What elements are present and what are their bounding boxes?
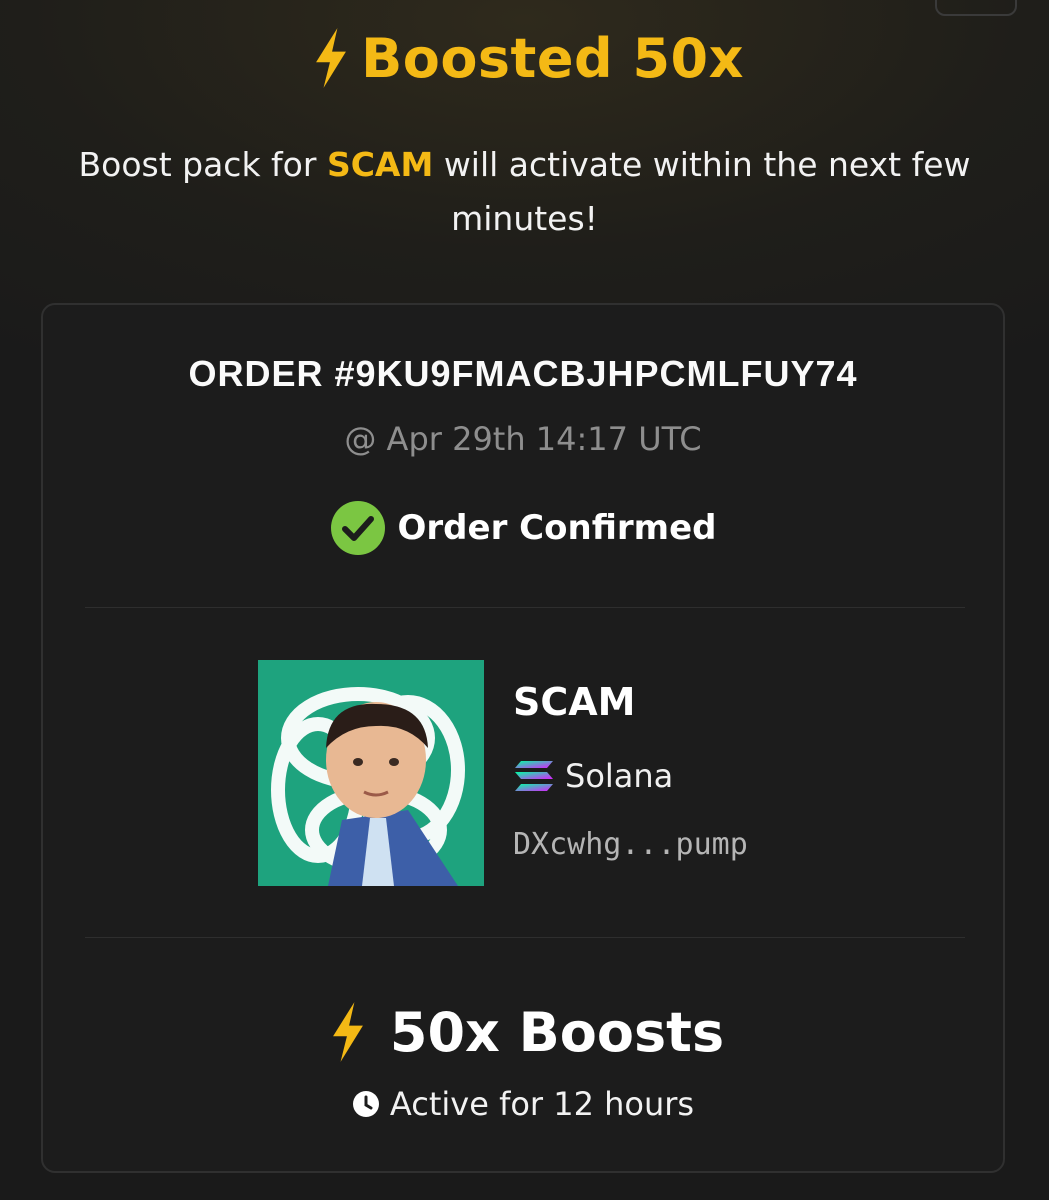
order-timestamp: @ Apr 29th 14:17 UTC [344, 420, 702, 458]
page-title: Boosted 50x [0, 26, 1049, 90]
order-card: ORDER #9KU9FMACBJHPCMLFUY74 @ Apr 29th 1… [41, 303, 1005, 1173]
divider [85, 937, 965, 938]
token-chain: Solana [513, 757, 673, 795]
message-suffix: will activate within the next few minute… [443, 145, 971, 238]
lightning-icon [316, 28, 346, 88]
message-ticker: SCAM [326, 145, 434, 184]
lightning-icon [332, 1002, 363, 1062]
page-title-text: Boosted 50x [361, 26, 744, 90]
token-chain-label: Solana [565, 757, 674, 795]
token-address[interactable]: DXcwhg...pump [513, 827, 748, 862]
clock-icon [352, 1091, 379, 1117]
divider [85, 607, 965, 608]
order-id: ORDER #9KU9FMACBJHPCMLFUY74 [188, 353, 858, 394]
check-circle-icon [330, 501, 385, 555]
order-status-text: Order Confirmed [397, 508, 717, 548]
close-button[interactable] [935, 0, 1017, 16]
boost-duration-label: Active for 12 hours [389, 1085, 695, 1123]
boost-count-label: 50x Boosts [389, 1000, 725, 1064]
order-status: Order Confirmed [43, 500, 1003, 556]
token-name: SCAM [513, 680, 636, 724]
message-prefix: Boost pack for [78, 145, 317, 184]
boost-duration: Active for 12 hours [43, 1085, 1003, 1123]
boost-count: 50x Boosts [43, 1000, 1003, 1064]
activation-message: Boost pack for SCAM will activate within… [50, 138, 999, 246]
solana-icon [515, 761, 553, 791]
token-avatar [258, 660, 484, 886]
